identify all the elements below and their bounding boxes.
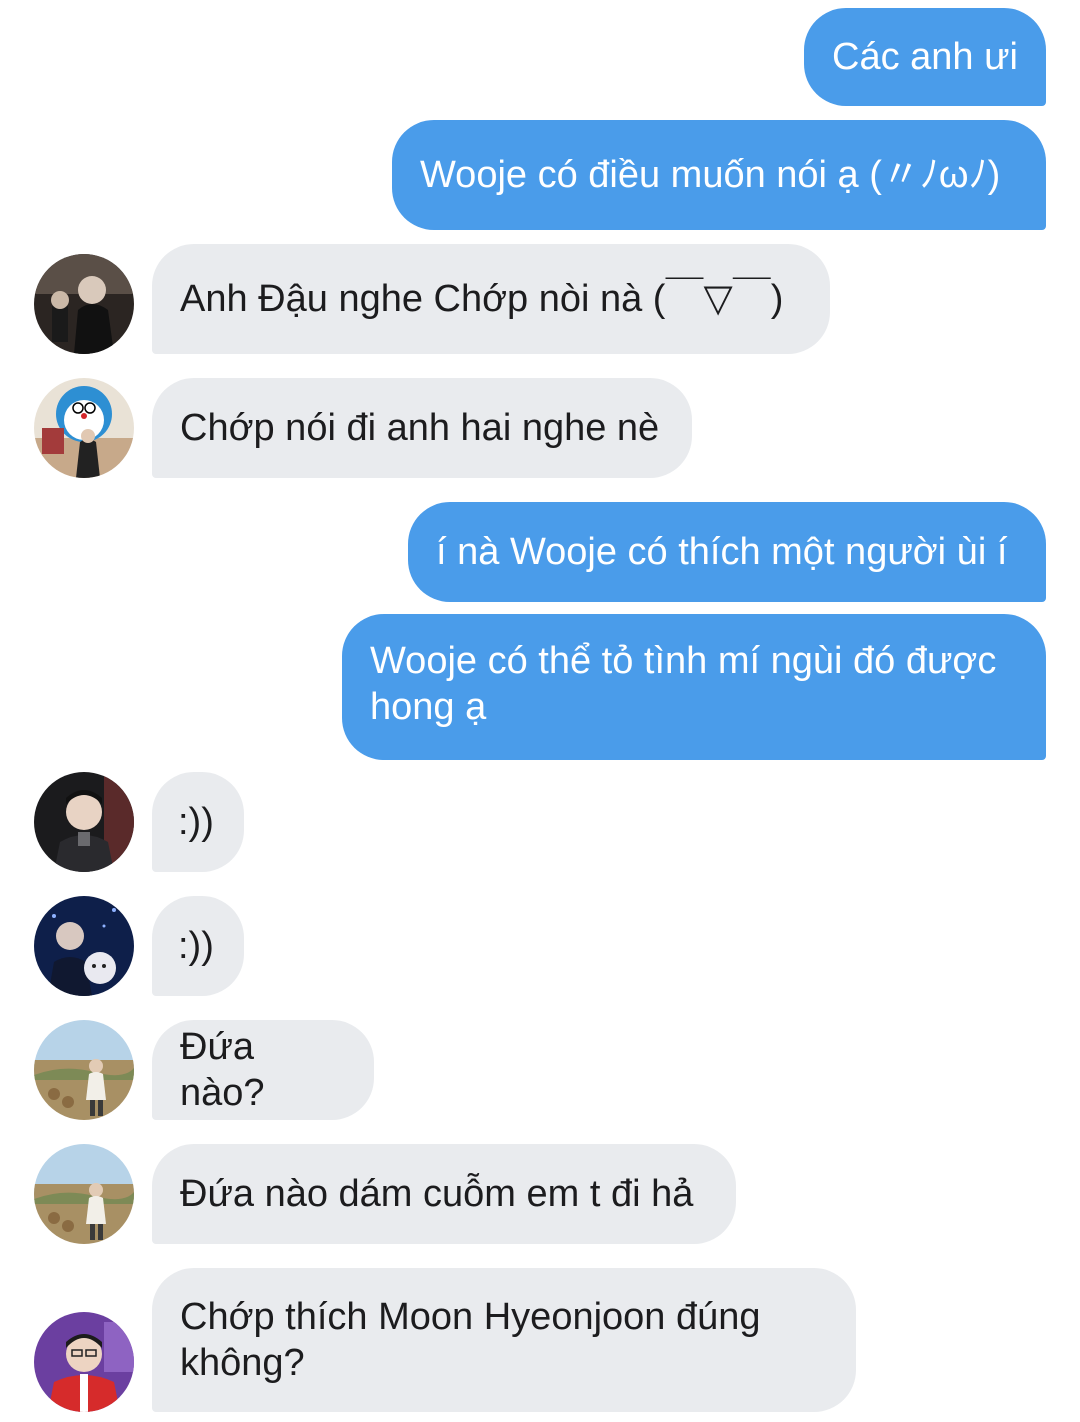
message-bubble-incoming[interactable]: :)) (152, 896, 244, 996)
chat-thread: Các anh ưi Wooje có điều muốn nói ạ (〃ﾉω… (0, 0, 1080, 1422)
message-text: Chớp thích Moon Hyeonjoon đúng không? (180, 1296, 772, 1384)
avatar-field-photo[interactable] (34, 1144, 134, 1244)
avatar-red-jacket-photo[interactable] (34, 1312, 134, 1412)
message-bubble-outgoing[interactable]: í nà Wooje có thích một người ùi í (408, 502, 1046, 602)
avatar-suit-photo[interactable] (34, 772, 134, 872)
avatar-dark-photo[interactable] (34, 254, 134, 354)
message-text: Anh Đậu nghe Chớp nòi nà (￣▽￣) (180, 278, 784, 320)
message-bubble-outgoing[interactable]: Wooje có điều muốn nói ạ (〃ﾉωﾉ) (392, 120, 1046, 230)
message-bubble-incoming[interactable]: Đứa nào dám cuỗm em t đi hả (152, 1144, 736, 1244)
message-bubble-outgoing[interactable]: Wooje có thể tỏ tình mí ngùi đó được hon… (342, 614, 1046, 760)
message-text: Đứa nào dám cuỗm em t đi hả (180, 1173, 694, 1215)
message-bubble-incoming[interactable]: Anh Đậu nghe Chớp nòi nà (￣▽￣) (152, 244, 830, 354)
message-bubble-incoming[interactable]: Chớp nói đi anh hai nghe nè (152, 378, 692, 478)
message-bubble-incoming[interactable]: Chớp thích Moon Hyeonjoon đúng không? (152, 1268, 856, 1412)
message-text: :)) (178, 925, 214, 967)
message-text: Wooje có điều muốn nói ạ (〃ﾉωﾉ) (420, 154, 1001, 196)
avatar-doraemon-photo[interactable] (34, 378, 134, 478)
avatar-field-photo[interactable] (34, 1020, 134, 1120)
avatar-blue-night-photo[interactable] (34, 896, 134, 996)
message-text: Đứa nào? (180, 1026, 265, 1114)
message-bubble-outgoing[interactable]: Các anh ưi (804, 8, 1046, 106)
message-text: Các anh ưi (832, 36, 1018, 78)
message-bubble-incoming[interactable]: Đứa nào? (152, 1020, 374, 1120)
message-bubble-incoming[interactable]: :)) (152, 772, 244, 872)
message-text: í nà Wooje có thích một người ùi í (436, 531, 1008, 573)
message-text: :)) (178, 801, 214, 843)
message-text: Wooje có thể tỏ tình mí ngùi đó được hon… (370, 640, 1007, 728)
message-text: Chớp nói đi anh hai nghe nè (180, 407, 660, 449)
